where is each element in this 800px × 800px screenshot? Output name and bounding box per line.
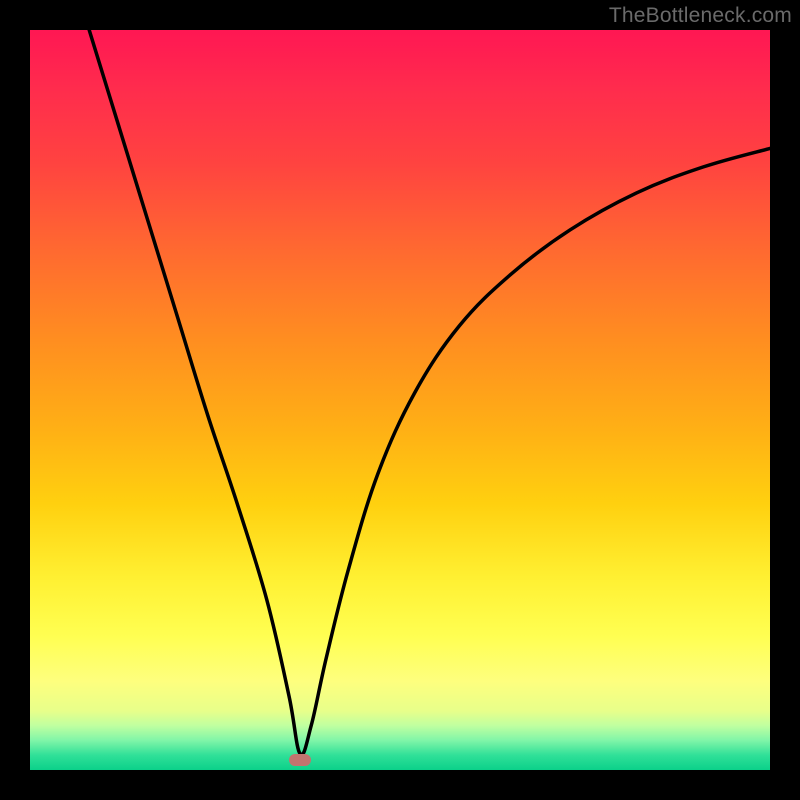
chart-plot-area xyxy=(30,30,770,770)
bottleneck-curve xyxy=(30,30,770,770)
watermark-text: TheBottleneck.com xyxy=(609,4,792,28)
minimum-marker xyxy=(289,754,311,766)
